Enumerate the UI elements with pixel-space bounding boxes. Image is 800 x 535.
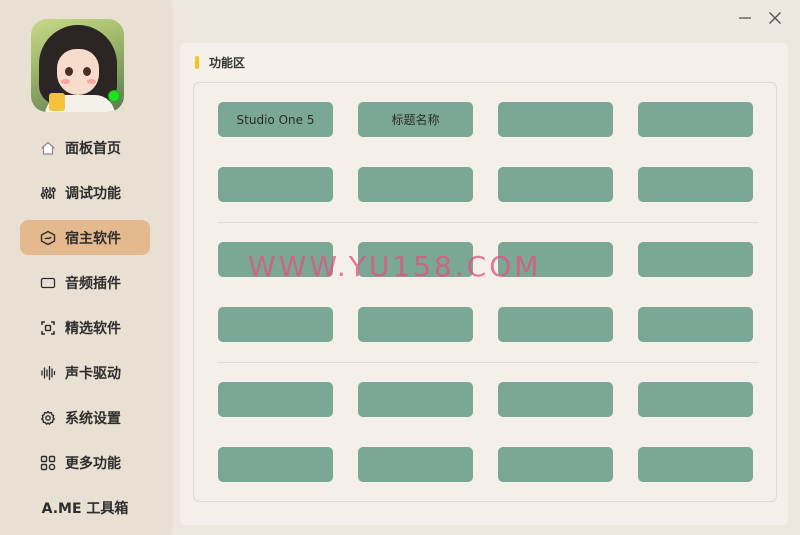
function-tile[interactable] [638, 447, 753, 482]
avatar-cup [49, 93, 65, 111]
tile-row [218, 382, 753, 417]
sidebar-item-more-features[interactable]: 更多功能 [20, 445, 150, 480]
sidebar-item-label: 声卡驱动 [65, 365, 121, 382]
sidebar-item-sound-card-driver[interactable]: 声卡驱动 [20, 355, 150, 390]
function-tile[interactable] [498, 167, 613, 202]
function-tile[interactable] [358, 307, 473, 342]
avatar[interactable] [31, 19, 124, 112]
function-tile[interactable] [498, 102, 613, 137]
panel-title-text: 功能区 [209, 55, 246, 70]
avatar-eye [65, 67, 73, 76]
gear-icon [40, 410, 56, 426]
sidebar-item-debug[interactable]: 调试功能 [20, 175, 150, 210]
function-tile[interactable] [358, 447, 473, 482]
function-tile[interactable] [638, 242, 753, 277]
function-panel: 功能区 Studio One 5 标题名称 [180, 43, 788, 525]
minimize-icon [739, 17, 751, 19]
title-accent-bar [195, 55, 199, 69]
tile-row [218, 167, 753, 202]
tile-row [218, 447, 753, 482]
panel-title: 功能区 [195, 54, 245, 70]
function-tile[interactable] [218, 242, 333, 277]
function-tile[interactable] [218, 382, 333, 417]
close-button[interactable] [767, 10, 783, 26]
tile-row [218, 242, 753, 277]
function-tile[interactable] [638, 382, 753, 417]
sidebar-item-label: 调试功能 [65, 185, 121, 202]
function-tile[interactable] [358, 382, 473, 417]
avatar-blush [61, 79, 70, 84]
function-tile[interactable]: Studio One 5 [218, 102, 333, 137]
function-tile[interactable] [638, 307, 753, 342]
sidebar-item-label: 更多功能 [65, 455, 121, 472]
function-tile[interactable] [498, 242, 613, 277]
tile-row [218, 307, 753, 342]
function-grid: Studio One 5 标题名称 [193, 82, 777, 502]
function-tile[interactable] [218, 447, 333, 482]
online-status-dot [108, 90, 120, 102]
sidebar-item-audio-plugins[interactable]: 音频插件 [20, 265, 150, 300]
sidebar-item-featured-software[interactable]: 精选软件 [20, 310, 150, 345]
sidebar-item-label: 宿主软件 [65, 230, 121, 247]
grid-icon [40, 455, 56, 471]
tile-row: Studio One 5 标题名称 [218, 102, 753, 137]
featured-icon [40, 320, 56, 336]
function-tile[interactable] [638, 167, 753, 202]
avatar-eye [83, 67, 91, 76]
home-icon [40, 140, 56, 156]
waveform-icon [40, 365, 56, 381]
plugin-icon [40, 275, 56, 291]
function-tile[interactable] [358, 167, 473, 202]
sidebar-item-label: 精选软件 [65, 320, 121, 337]
function-tile[interactable] [218, 167, 333, 202]
sidebar-item-label: 系统设置 [65, 410, 121, 427]
close-icon [769, 12, 781, 24]
toolbox-brand: A.ME 工具箱 [41, 500, 129, 517]
sidebar-item-system-settings[interactable]: 系统设置 [20, 400, 150, 435]
function-tile[interactable] [498, 382, 613, 417]
sidebar: 面板首页 调试功能 宿主软件 音频插件 精选软件 声卡驱动 系统设置 更多功能 … [0, 0, 170, 535]
function-tile[interactable] [218, 307, 333, 342]
function-tile[interactable] [498, 447, 613, 482]
sliders-icon [40, 185, 56, 201]
sidebar-nav: 面板首页 调试功能 宿主软件 音频插件 精选软件 声卡驱动 系统设置 更多功能 [20, 130, 150, 490]
section-divider [218, 222, 758, 223]
minimize-button[interactable] [737, 10, 753, 26]
sidebar-item-home[interactable]: 面板首页 [20, 130, 150, 165]
function-tile[interactable]: 标题名称 [358, 102, 473, 137]
avatar-blush [87, 79, 96, 84]
avatar-face [57, 49, 99, 95]
function-tile[interactable] [638, 102, 753, 137]
section-divider [218, 362, 758, 363]
function-tile[interactable] [358, 242, 473, 277]
sidebar-item-label: 音频插件 [65, 275, 121, 292]
app-window: 面板首页 调试功能 宿主软件 音频插件 精选软件 声卡驱动 系统设置 更多功能 … [0, 0, 800, 535]
host-icon [40, 230, 56, 246]
sidebar-item-label: 面板首页 [65, 140, 121, 157]
function-tile[interactable] [498, 307, 613, 342]
sidebar-item-host-software[interactable]: 宿主软件 [20, 220, 150, 255]
